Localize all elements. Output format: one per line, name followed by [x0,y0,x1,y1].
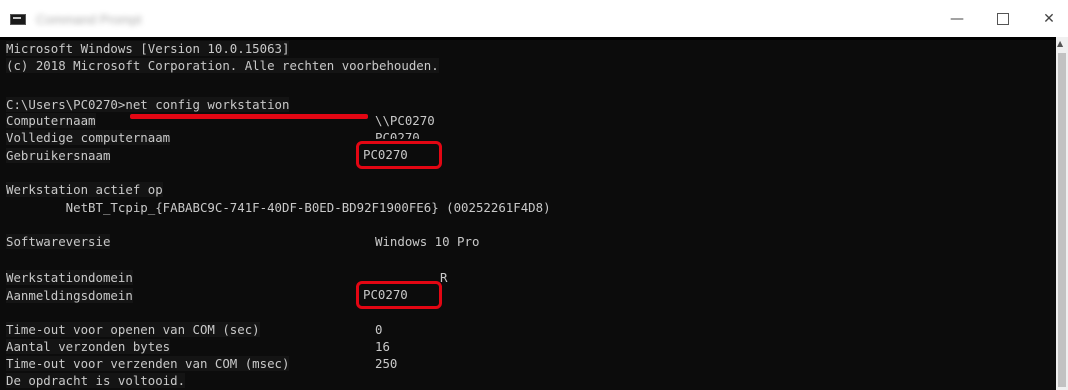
console-app-icon [10,14,26,25]
title-bar[interactable]: Command Prompt — ✕ [0,0,1068,37]
console-line: Gebruikersnaam [6,148,111,163]
console-line: Microsoft Windows [Version 10.0.15063] [6,41,290,56]
computernaam-value: \\PC0270 [375,113,435,128]
minimize-icon: — [950,10,964,27]
console-line: Aantal verzonden bytes [6,339,171,354]
console-command-line: C:\Users\PC0270>net config workstation [6,97,290,112]
console-line: Volledige computernaam [6,130,171,145]
close-icon: ✕ [1043,10,1055,27]
scrollbar-thumb[interactable] [1058,53,1066,387]
console-line: Werkstation actief op [6,182,163,197]
console-line: De opdracht is voltooid. [6,373,186,388]
bytes-sent-value: 16 [375,339,390,354]
console-line: Werkstationdomein [6,270,133,285]
console-line: NetBT_Tcpip_{FABABC9C-741F-40DF-B0ED-BD9… [6,200,551,215]
close-button[interactable]: ✕ [1026,0,1068,37]
console-line: Aanmeldingsdomein [6,288,133,303]
gebruikersnaam-highlight: PC0270 [356,141,442,169]
maximize-button[interactable] [980,0,1026,37]
console-line: Softwareversie [6,234,111,249]
aanmeldingsdomein-value: PC0270 [363,287,408,302]
console-line: Computernaam [6,113,96,128]
window-title: Command Prompt [36,12,142,27]
volledige-computernaam-value-partial: PC0270 [375,130,420,139]
vertical-scrollbar[interactable]: ▲ [1056,37,1068,390]
console-line: Time-out voor verzenden van COM (msec) [6,356,290,371]
com-open-timeout-value: 0 [375,322,383,337]
console-line: (c) 2018 Microsoft Corporation. Alle rec… [6,58,439,73]
aanmeldingsdomein-highlight: PC0270 [356,281,442,309]
com-send-timeout-value: 250 [375,356,398,371]
console-line: Time-out voor openen van COM (sec) [6,322,260,337]
command-prompt-window: Command Prompt — ✕ Microsoft Windows [Ve… [0,0,1068,390]
annotation-underline [130,114,368,119]
gebruikersnaam-value: PC0270 [363,147,408,162]
minimize-button[interactable]: — [934,0,980,37]
scroll-up-arrow-icon[interactable]: ▲ [1057,39,1063,48]
maximize-icon [997,12,1009,25]
softwareversie-value: Windows 10 Pro [375,234,480,249]
